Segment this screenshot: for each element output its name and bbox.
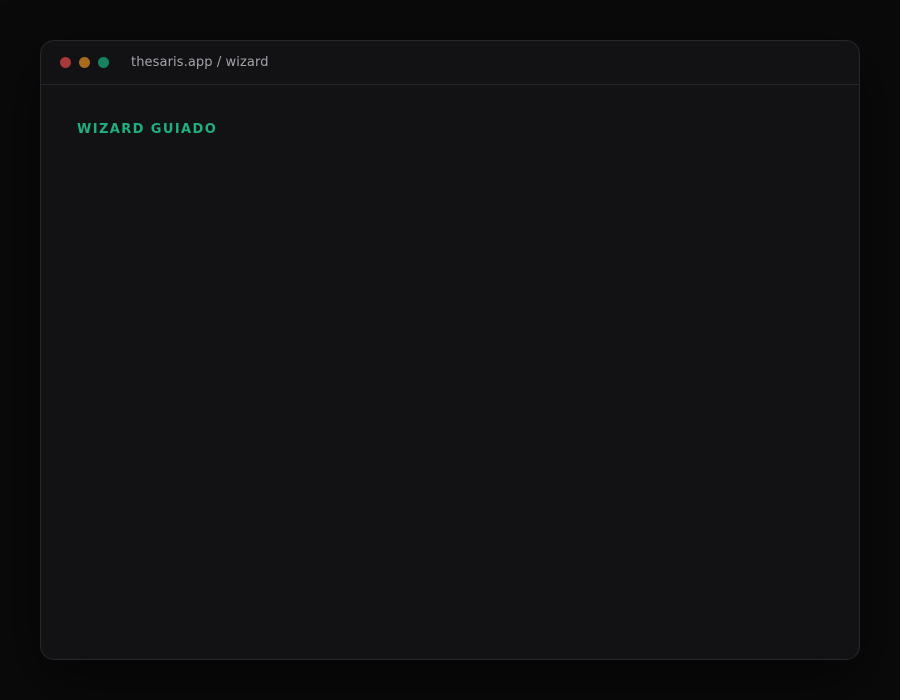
window-titlebar: thesaris.app / wizard [41,41,859,85]
wizard-content: WIZARD GUIADO [41,85,859,174]
close-window-icon[interactable] [60,57,71,68]
maximize-window-icon[interactable] [98,57,109,68]
window-controls [60,57,109,68]
window-title: thesaris.app / wizard [131,55,269,70]
page-title: WIZARD GUIADO [77,122,218,137]
app-window: thesaris.app / wizard WIZARD GUIADO [40,40,860,660]
minimize-window-icon[interactable] [79,57,90,68]
